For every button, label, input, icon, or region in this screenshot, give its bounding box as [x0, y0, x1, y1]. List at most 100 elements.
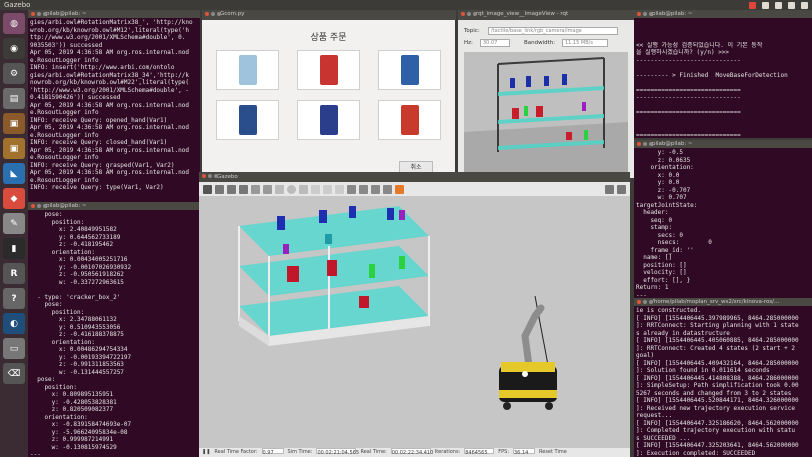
- product-soup-can[interactable]: [297, 50, 360, 90]
- copy-icon[interactable]: [347, 184, 356, 194]
- ubuntu-icon[interactable]: ◍: [3, 13, 25, 34]
- gazebo-icon[interactable]: ◐: [3, 313, 25, 334]
- terminal-line: y: -0.428053828381: [30, 398, 117, 406]
- box-shape-icon[interactable]: [275, 184, 284, 194]
- product-cheez-it[interactable]: [378, 100, 441, 140]
- terminal-line: 5267 seconds and changed from 3 to 2 sta…: [636, 389, 792, 397]
- volume-icon[interactable]: [788, 1, 795, 9]
- paste-icon[interactable]: [359, 184, 368, 194]
- translate-tool-icon[interactable]: [215, 184, 224, 194]
- record-icon[interactable]: [617, 184, 626, 194]
- point-light-icon[interactable]: [311, 184, 320, 194]
- terminal-output: ie is constructed.[ INFO] [1554406445.39…: [634, 306, 812, 457]
- terminal-bottom-right[interactable]: /home/pilab/moplan_srv_ws2/src/kinova-ro…: [634, 298, 812, 457]
- terminal-icon[interactable]: ▮: [3, 238, 25, 259]
- snap-icon[interactable]: [383, 184, 392, 194]
- order-window-title: Gcom.py: [220, 11, 245, 17]
- terminal-line: INFO: insert('http://www.arbi.com/ontolo: [30, 64, 175, 71]
- undo-icon[interactable]: [251, 184, 260, 194]
- terminal-line: secs: 0: [636, 231, 683, 239]
- bottle-image: [238, 55, 257, 85]
- terminal-line: -----------------------------: [636, 56, 741, 64]
- terminal-line: << 실행 가능성 검증되었습니다. 이 기본 동작: [636, 41, 763, 49]
- terminal-line: position:: [30, 218, 85, 226]
- terminal-line: e.RosoutLogger info: [30, 109, 99, 116]
- terminal-line: [ INFO] [1554406445.405060885, 8464.2850…: [636, 337, 799, 344]
- terminal-line: y: 0.510943553056: [30, 323, 121, 331]
- terminal-line: 을 실행하시겠습니까? (y/n) >>>: [636, 49, 730, 56]
- gazebo-3d-scene[interactable]: [199, 196, 630, 448]
- rviz-icon[interactable]: R: [3, 263, 25, 284]
- terminal-line: gies/arbi.owl#RotationMatrix38_34','http…: [30, 71, 189, 79]
- bandwidth-field: 11.15 MB/s: [562, 39, 608, 47]
- package-icon[interactable]: ▣: [3, 113, 25, 134]
- keyboard-icon[interactable]: [762, 1, 769, 9]
- app-red-icon[interactable]: ◆: [3, 188, 25, 209]
- terminal-line: y: -0.00193394722197: [30, 353, 132, 361]
- iterations-value: 8464565: [464, 448, 495, 456]
- settings-icon[interactable]: ⚙: [3, 63, 25, 84]
- active-app-title: Gazebo: [4, 1, 31, 9]
- product-coffee[interactable]: [297, 100, 360, 140]
- redo-icon[interactable]: [263, 184, 272, 194]
- rotate-tool-icon[interactable]: [227, 184, 236, 194]
- package2-icon[interactable]: ▣: [3, 138, 25, 159]
- disk-icon[interactable]: ▭: [3, 338, 25, 359]
- terminal-line: targetJointState:: [636, 201, 698, 209]
- pause-icon[interactable]: ❚❚: [202, 448, 210, 457]
- terminal-line: z: -0.416188378875: [30, 331, 124, 338]
- terminal-line: [ INFO] [1554406445.520844171, 8464.3260…: [636, 397, 799, 404]
- terminal-mid-right[interactable]: pilab@pilab: ~ y: -0.5 z: 0.0635 orienta…: [634, 140, 812, 298]
- product-spam[interactable]: [216, 100, 279, 140]
- gazebo-title: Gazebo: [217, 174, 238, 180]
- terminal-line: ]: RRTConnect: Starting planning with 1 …: [636, 322, 799, 329]
- power-icon[interactable]: [801, 1, 808, 9]
- topic-label: Topic:: [464, 28, 480, 34]
- directional-light-icon[interactable]: [335, 184, 344, 194]
- editor-icon[interactable]: ✎: [3, 213, 25, 234]
- trash-icon[interactable]: ⌫: [3, 363, 25, 384]
- select-tool-icon[interactable]: [203, 184, 212, 194]
- terminal-line: wrob.org/kb/knowrob.owl#M12',literal(typ…: [30, 26, 189, 34]
- help-icon[interactable]: ?: [3, 288, 25, 309]
- spot-light-icon[interactable]: [323, 184, 332, 194]
- terminal-top-right[interactable]: pilab@pilab: ~ << 실행 가능성 검증되었습니다. 이 기본 동…: [634, 10, 812, 138]
- terminal-line: z: 0.820509082377: [30, 406, 114, 413]
- terminal-bottom-left[interactable]: pilab@pilab: ~ pose: position: x: 2.4084…: [28, 202, 200, 457]
- terminal-line: orientation:: [636, 164, 694, 171]
- view-angle-icon[interactable]: [395, 184, 404, 194]
- terminal-line: name: []: [636, 254, 673, 261]
- system-tray: [749, 0, 808, 10]
- align-icon[interactable]: [371, 184, 380, 194]
- product-bottle[interactable]: [216, 50, 279, 90]
- terminal-line: ]: Solution found in 0.011614 seconds: [636, 367, 770, 374]
- terminal-title: /home/pilab/moplan_srv_ws2/src/kinova-ro…: [652, 299, 780, 305]
- terminal-line: z: -0.991311853563: [30, 361, 124, 368]
- reset-time-button[interactable]: Reset Time: [539, 448, 567, 457]
- terminal-line: =============================: [636, 131, 741, 139]
- product-cracker-box[interactable]: [378, 50, 441, 90]
- network-icon[interactable]: [775, 1, 782, 9]
- scale-tool-icon[interactable]: [239, 184, 248, 194]
- cheez-it-image: [400, 105, 419, 135]
- hz-label: Hz:: [464, 40, 473, 46]
- soup-can-image: [319, 55, 338, 85]
- terminal-line: orientation:: [30, 338, 96, 346]
- update-icon[interactable]: [749, 1, 756, 9]
- cylinder-shape-icon[interactable]: [299, 184, 308, 194]
- terminal-line: pose:: [30, 376, 56, 383]
- terminal-line: nowrob.org/kb/knowrob.owl#M22',literal(t…: [30, 79, 189, 86]
- terminal-output: << 실행 가능성 검증되었습니다. 이 기본 동작 을 실행하시겠습니까? (y…: [634, 18, 812, 139]
- files-icon[interactable]: ▤: [3, 88, 25, 109]
- sphere-shape-icon[interactable]: [287, 184, 296, 194]
- terminal-line: w: 0.707: [636, 194, 687, 201]
- topic-select[interactable]: /tactile/base_link/rgb_camera/image: [488, 27, 618, 35]
- chrome-icon[interactable]: ◉: [3, 38, 25, 59]
- screenshot-icon[interactable]: [605, 184, 614, 194]
- terminal-top-left[interactable]: pilab@pilab: ~ gies/arbi.owl#RotationMat…: [28, 10, 200, 202]
- vscode-icon[interactable]: ◣: [3, 163, 25, 184]
